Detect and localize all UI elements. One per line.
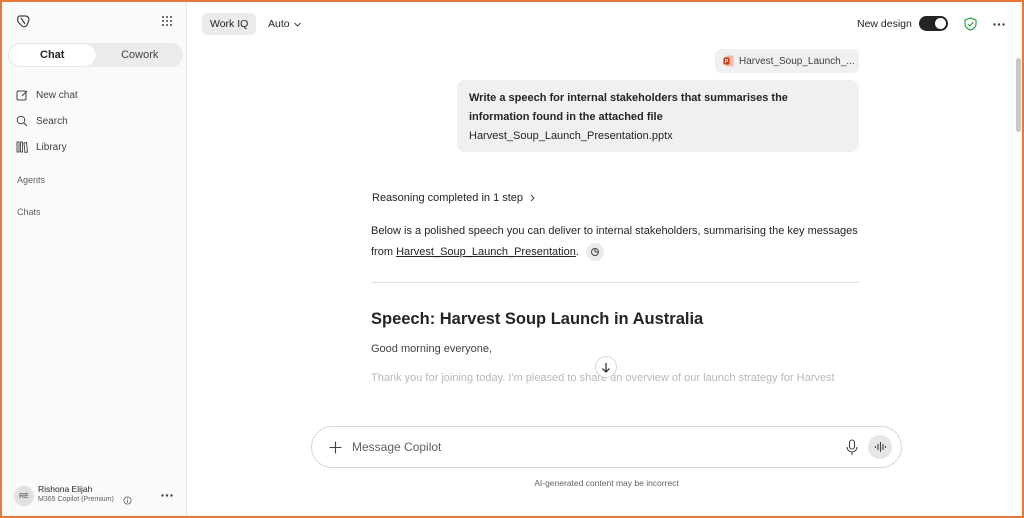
model-selector[interactable]: Auto	[268, 13, 301, 35]
sidebar-item-label: Library	[36, 141, 67, 153]
model-label: Auto	[268, 18, 290, 30]
search-icon	[16, 115, 28, 127]
shield-check-icon[interactable]	[964, 17, 977, 31]
microphone-icon[interactable]	[845, 439, 859, 456]
mode-toggle: Chat Cowork	[8, 43, 183, 67]
voice-mode-button[interactable]	[868, 435, 892, 459]
copilot-logo-icon[interactable]	[15, 13, 31, 29]
user-message-bubble: Write a speech for internal stakeholders…	[457, 80, 859, 152]
chevron-right-icon	[530, 194, 535, 202]
add-attachment-icon[interactable]	[328, 440, 343, 455]
sidebar: Chat Cowork New chat Search Library Agen…	[2, 2, 187, 516]
app-window: Chat Cowork New chat Search Library Agen…	[0, 0, 1024, 518]
file-link[interactable]: Harvest_Soup_Launch_Presentation	[396, 246, 576, 258]
message-composer	[311, 426, 902, 468]
avatar: RE	[14, 486, 34, 506]
arrow-down-icon	[602, 362, 610, 373]
scrollbar[interactable]	[1016, 58, 1021, 132]
section-agents: Agents	[17, 175, 46, 185]
voice-waveform-icon	[874, 442, 886, 452]
user-profile[interactable]: RE Rishona Elijah M365 Copilot (Premium)	[14, 482, 182, 508]
attachment-chip[interactable]: P Harvest_Soup_Launch_...	[715, 49, 859, 73]
user-message-text: Write a speech for internal stakeholders…	[469, 92, 788, 123]
ai-disclaimer: AI-generated content may be incorrect	[534, 478, 679, 488]
fade-overlay	[192, 382, 1012, 422]
work-iq-button[interactable]: Work IQ	[202, 13, 257, 35]
sidebar-item-new-chat[interactable]: New chat	[16, 85, 78, 105]
speech-title: Speech: Harvest Soup Launch in Australia	[371, 310, 704, 328]
compose-icon	[16, 90, 28, 101]
powerpoint-file-icon: P	[723, 55, 734, 67]
app-launcher-icon[interactable]	[159, 13, 175, 29]
reasoning-label: Reasoning completed in 1 step	[372, 192, 524, 204]
divider	[371, 282, 859, 283]
sidebar-item-search[interactable]: Search	[16, 111, 68, 131]
new-design-label: New design	[857, 18, 912, 30]
reference-icon[interactable]	[585, 243, 604, 262]
tab-cowork[interactable]: Cowork	[97, 43, 184, 67]
reasoning-summary[interactable]: Reasoning completed in 1 step	[372, 192, 535, 204]
more-options-icon[interactable]	[992, 18, 1006, 30]
user-plan: M365 Copilot (Premium)	[38, 496, 114, 503]
sidebar-item-label: Search	[36, 115, 68, 127]
tab-chat[interactable]: Chat	[9, 44, 96, 66]
user-name: Rishona Elijah	[38, 484, 93, 494]
speech-greeting: Good morning everyone,	[371, 343, 493, 355]
sidebar-item-label: New chat	[36, 89, 78, 101]
message-input[interactable]	[352, 437, 822, 457]
library-icon	[16, 141, 28, 153]
attachment-name: Harvest_Soup_Launch_...	[739, 55, 855, 67]
user-message-file: Harvest_Soup_Launch_Presentation.pptx	[469, 130, 673, 142]
user-more-icon[interactable]	[160, 488, 174, 502]
response-intro: Below is a polished speech you can deliv…	[371, 221, 859, 263]
intro-period: .	[575, 246, 579, 258]
info-icon[interactable]	[123, 496, 132, 505]
section-chats: Chats	[17, 207, 41, 217]
sidebar-item-library[interactable]: Library	[16, 137, 67, 157]
scroll-down-button[interactable]	[595, 356, 617, 378]
chevron-down-icon	[293, 22, 301, 27]
new-design-toggle[interactable]	[919, 16, 948, 31]
